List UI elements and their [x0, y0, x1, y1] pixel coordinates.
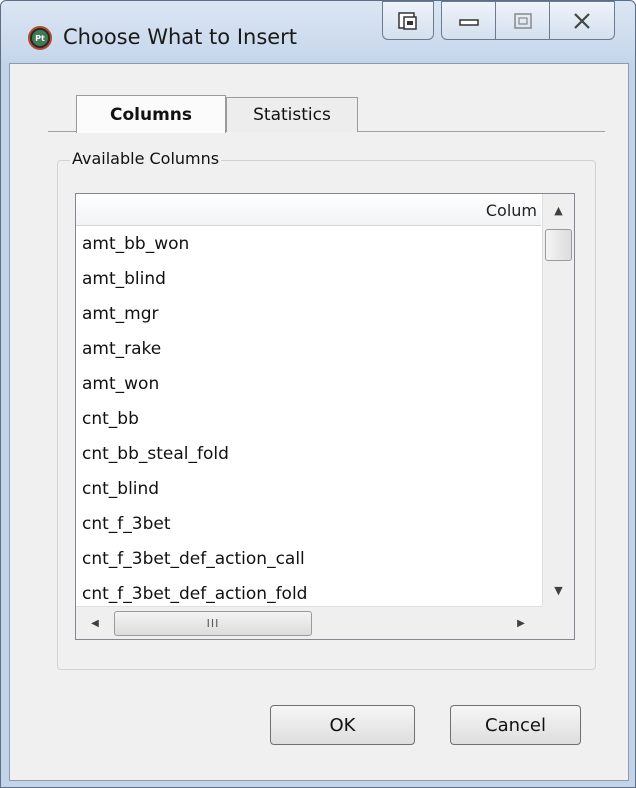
list-item[interactable]: amt_bb_won: [76, 227, 541, 262]
scroll-up-icon[interactable]: ▲: [543, 194, 574, 226]
list-item[interactable]: cnt_bb: [76, 402, 541, 437]
close-button[interactable]: [549, 1, 615, 40]
ok-button[interactable]: OK: [270, 705, 415, 745]
list-item[interactable]: amt_won: [76, 367, 541, 402]
close-icon: [574, 12, 590, 29]
app-logo-text: Pt: [32, 30, 48, 46]
maximize-icon: [513, 12, 532, 29]
list-item[interactable]: cnt_blind: [76, 472, 541, 507]
minimize-icon: [458, 18, 479, 26]
window-title: Choose What to Insert: [63, 25, 298, 49]
scroll-left-icon[interactable]: ◀: [82, 607, 108, 639]
horizontal-scrollbar[interactable]: ◀ III ▶: [76, 606, 542, 639]
minimize-button[interactable]: [441, 1, 496, 40]
help-icon: [398, 11, 417, 30]
app-logo-icon: Pt: [28, 26, 52, 50]
maximize-button[interactable]: [495, 1, 550, 40]
columns-list[interactable]: Colum amt_bb_won amt_blind amt_mgr amt_r…: [75, 193, 575, 640]
scrollbar-corner: [542, 606, 574, 639]
list-item[interactable]: cnt_bb_steal_fold: [76, 437, 541, 472]
context-help-button[interactable]: [382, 1, 434, 40]
list-item[interactable]: amt_blind: [76, 262, 541, 297]
column-header-label: Colum: [485, 201, 537, 220]
tab-columns[interactable]: Columns: [76, 95, 226, 133]
vertical-scroll-thumb[interactable]: [545, 229, 572, 261]
list-item[interactable]: cnt_f_3bet_def_action_call: [76, 542, 541, 577]
column-header[interactable]: Colum: [76, 194, 541, 226]
cancel-button[interactable]: Cancel: [450, 705, 581, 745]
tab-statistics[interactable]: Statistics: [226, 97, 358, 132]
title-bar[interactable]: Pt Choose What to Insert: [1, 1, 635, 61]
vertical-scrollbar[interactable]: ▲ ▼: [542, 194, 574, 606]
list-item[interactable]: cnt_f_3bet: [76, 507, 541, 542]
list-item[interactable]: amt_rake: [76, 332, 541, 367]
list-rows: amt_bb_won amt_blind amt_mgr amt_rake am…: [76, 227, 541, 630]
scroll-right-icon[interactable]: ▶: [508, 607, 534, 639]
horizontal-scroll-thumb[interactable]: III: [114, 611, 312, 636]
group-label: Available Columns: [70, 149, 222, 168]
list-item[interactable]: amt_mgr: [76, 297, 541, 332]
scroll-down-icon[interactable]: ▼: [543, 574, 574, 606]
thumb-grip-icon: III: [206, 617, 220, 630]
